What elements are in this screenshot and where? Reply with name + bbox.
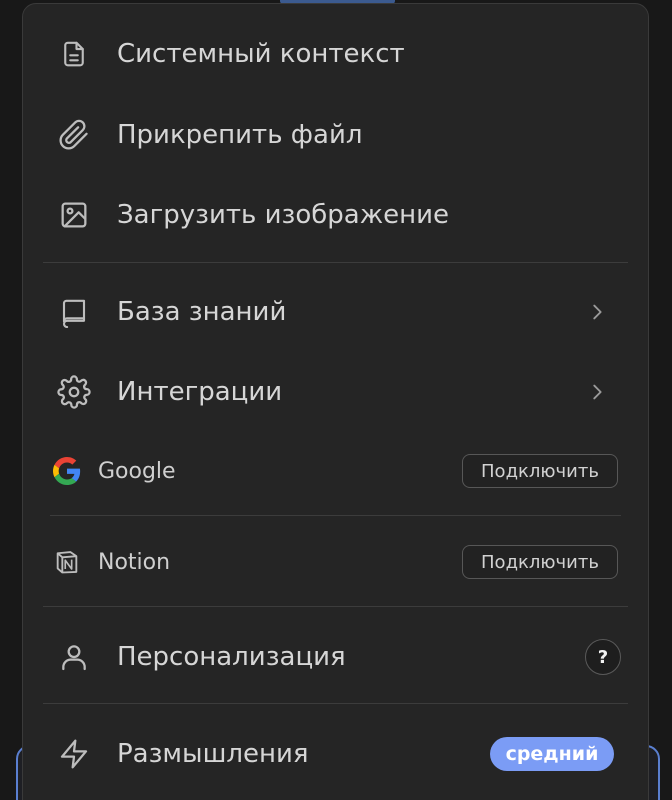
reasoning-level-badge[interactable]: средний bbox=[490, 737, 614, 771]
integration-name: Notion bbox=[98, 549, 171, 575]
menu-item-reasoning[interactable]: Размышления средний bbox=[23, 729, 648, 779]
menu-item-knowledge-base[interactable]: База знаний bbox=[23, 287, 648, 337]
divider bbox=[43, 703, 628, 704]
divider bbox=[43, 262, 628, 263]
menu-item-label: Интеграции bbox=[117, 377, 283, 407]
google-logo-icon bbox=[50, 454, 84, 488]
chevron-right-icon bbox=[593, 384, 602, 400]
paperclip-icon bbox=[56, 117, 92, 153]
menu-item-integrations[interactable]: Интеграции bbox=[23, 367, 648, 417]
image-icon bbox=[56, 197, 92, 233]
chevron-right-icon bbox=[593, 304, 602, 320]
divider bbox=[43, 606, 628, 607]
menu-item-label: Прикрепить файл bbox=[117, 120, 363, 150]
connect-google-button[interactable]: Подключить bbox=[462, 454, 618, 488]
connect-notion-button[interactable]: Подключить bbox=[462, 545, 618, 579]
integration-google: Google Подключить bbox=[23, 451, 648, 491]
user-icon bbox=[56, 639, 92, 675]
integration-name: Google bbox=[98, 458, 176, 484]
menu-item-personalization[interactable]: Персонализация ? bbox=[23, 632, 648, 682]
help-button[interactable]: ? bbox=[585, 639, 621, 675]
lightning-icon bbox=[56, 736, 92, 772]
menu-item-label: Размышления bbox=[117, 739, 309, 769]
menu-item-label: Персонализация bbox=[117, 642, 346, 672]
screen: Системный контекст Прикрепить файл Загру… bbox=[0, 0, 672, 800]
document-icon bbox=[56, 36, 92, 72]
gear-icon bbox=[56, 374, 92, 410]
attachment-menu: Системный контекст Прикрепить файл Загру… bbox=[22, 3, 649, 800]
book-icon bbox=[56, 294, 92, 330]
divider bbox=[50, 515, 621, 516]
menu-item-upload-image[interactable]: Загрузить изображение bbox=[23, 190, 648, 240]
menu-item-label: Системный контекст bbox=[117, 39, 405, 69]
integration-notion: Notion Подключить bbox=[23, 542, 648, 582]
menu-item-system-context[interactable]: Системный контекст bbox=[23, 29, 648, 79]
notion-logo-icon bbox=[50, 545, 84, 579]
menu-item-label: База знаний bbox=[117, 297, 287, 327]
menu-item-attach-file[interactable]: Прикрепить файл bbox=[23, 110, 648, 160]
menu-item-label: Загрузить изображение bbox=[117, 200, 450, 230]
